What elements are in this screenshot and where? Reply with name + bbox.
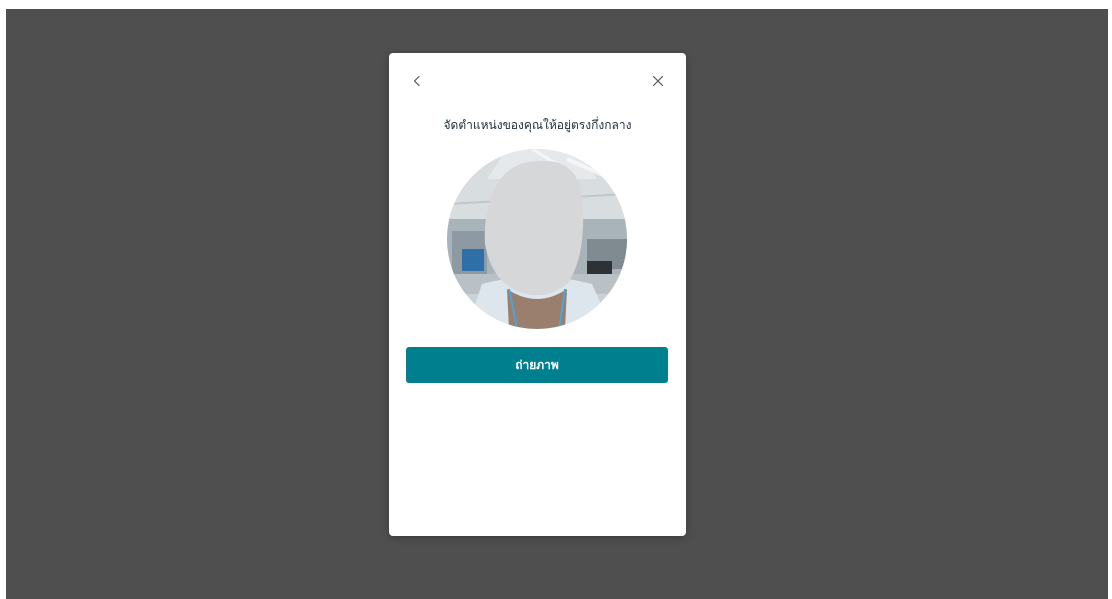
chevron-left-icon [413, 75, 420, 87]
back-button[interactable] [405, 69, 429, 93]
face-capture-dialog: จัดตำแหน่งของคุณให้อยู่ตรงกึ่งกลาง ถ่ายภ [389, 53, 686, 536]
camera-preview [447, 149, 627, 329]
instruction-title: จัดตำแหน่งของคุณให้อยู่ตรงกึ่งกลาง [443, 118, 632, 132]
close-icon [652, 75, 664, 87]
close-button[interactable] [646, 69, 670, 93]
capture-photo-button[interactable]: ถ่ายภาพ [406, 347, 668, 383]
camera-preview-image [447, 149, 627, 329]
